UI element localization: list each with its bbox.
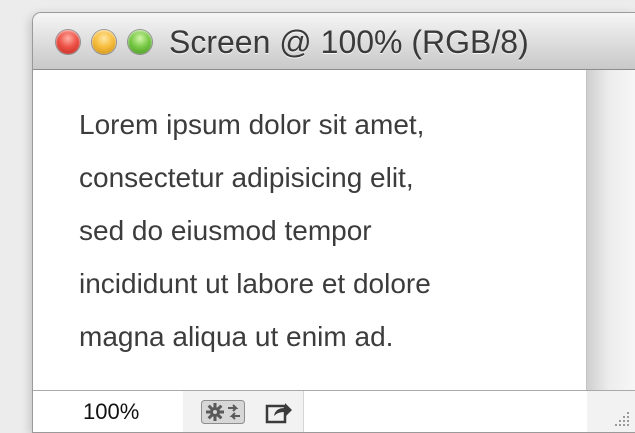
zoom-button[interactable] [128,30,152,54]
minimize-button[interactable] [92,30,116,54]
gpu-settings-icon[interactable] [201,400,245,424]
vertical-scrollbar[interactable] [586,70,635,390]
zoom-level-field[interactable]: 100% [33,391,183,432]
resize-grip-icon[interactable] [614,411,630,427]
text-line: incididunt ut labore et dolore [79,268,431,299]
zoom-level-value: 100% [83,399,140,424]
text-line: magna aliqua ut enim ad. [79,321,394,352]
title-bar[interactable]: Screen @ 100% (RGB/8) [33,13,635,70]
close-button[interactable] [56,30,80,54]
share-icon[interactable] [265,400,293,424]
document-window: Screen @ 100% (RGB/8) Lorem ipsum dolor … [32,12,635,433]
canvas-area[interactable]: Lorem ipsum dolor sit amet, consectetur … [33,70,586,390]
horizontal-scrollbar[interactable] [303,391,587,432]
text-line: Lorem ipsum dolor sit amet, [79,109,425,140]
text-line: consectetur adipisicing elit, [79,162,414,193]
window-title: Screen @ 100% (RGB/8) [169,24,529,60]
text-line: sed do eiusmod tempor [79,215,372,246]
status-bar: 100% [33,390,635,432]
